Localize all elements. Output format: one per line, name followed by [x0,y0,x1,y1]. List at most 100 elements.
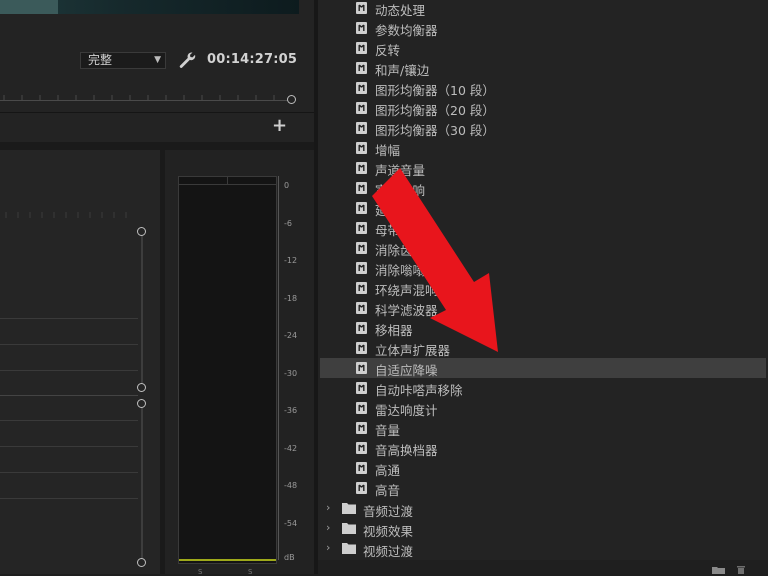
effect-item[interactable]: 环绕声混响 [320,278,766,298]
panel-header-bar [0,142,314,150]
audio-effect-icon [356,182,367,194]
audio-meter [178,176,277,564]
chevron-right-icon[interactable]: › [326,541,330,554]
effect-item[interactable]: 自动咔嗒声移除 [320,378,766,398]
effect-item[interactable]: 自适应降噪 [320,358,766,378]
audio-effect-icon [356,62,367,74]
effect-item[interactable]: 消除齿音 [320,238,766,258]
effect-item-label: 图形均衡器（20 段） [375,103,495,118]
add-button[interactable]: + [272,115,287,136]
effect-item[interactable]: 增幅 [320,138,766,158]
effect-item-label: 消除嗡嗡声 [375,263,438,278]
audio-effect-icon [356,362,367,374]
effect-item[interactable]: 高通 [320,458,766,478]
db-label: -54 [284,519,298,528]
folder-icon [342,542,356,554]
effect-item[interactable]: 图形均衡器（30 段） [320,118,766,138]
audio-effect-icon [356,382,367,394]
effect-item-label: 环绕声混响 [375,283,438,298]
audio-effect-icon [356,462,367,474]
db-label: 0 [284,181,290,190]
track-divider [0,370,138,371]
zoom-scroll-handle[interactable] [287,95,296,104]
effect-item[interactable]: 移相器 [320,318,766,338]
scroll-handle-bottom[interactable] [137,558,146,567]
audio-effect-icon [356,142,367,154]
effect-item-label: 反转 [375,43,401,58]
solo-button[interactable]: S [198,568,202,576]
effect-item[interactable]: 室内混响 [320,178,766,198]
playhead-timecode[interactable]: 00:14:27:05 [207,52,297,67]
effect-item-label: 参数均衡器 [375,23,438,38]
effect-item-label: 图形均衡器（10 段） [375,83,495,98]
effect-item-label: 母带处理 [375,223,426,238]
effect-item-label: 延迟 [375,203,401,218]
effects-panel-footer [318,560,768,574]
effects-folder[interactable]: › 视频过渡 [320,539,766,559]
audio-effect-icon [356,242,367,254]
new-bin-icon[interactable] [712,566,725,574]
audio-effect-icon [356,122,367,134]
trash-icon[interactable] [736,565,746,574]
effect-item-label: 动态处理 [375,3,426,18]
effect-item[interactable]: 动态处理 [320,0,766,18]
effect-item-label: 音量 [375,423,401,438]
audio-effect-icon [356,162,367,174]
db-label: -42 [284,444,298,453]
effect-item-label: 和声/镶边 [375,63,430,78]
playback-resolution-value: 完整 [88,53,113,67]
audio-effect-icon [356,2,367,14]
effect-item[interactable]: 科学滤波器 [320,298,766,318]
effect-item[interactable]: 母带处理 [320,218,766,238]
db-label: -12 [284,256,298,265]
wrench-icon[interactable] [178,51,196,69]
track-scrollbar[interactable] [141,234,143,386]
audio-effect-icon [356,302,367,314]
audio-effect-icon [356,102,367,114]
effects-folder[interactable]: › 音频过渡 [320,499,766,519]
folder-icon [342,502,356,514]
scroll-handle-bottom[interactable] [137,383,146,392]
effects-folder-label: 音频过渡 [363,504,414,519]
effect-item[interactable]: 反转 [320,38,766,58]
track-divider [0,446,138,447]
audio-effect-icon [356,342,367,354]
playback-resolution-select[interactable]: 完整 ▼ [80,52,166,69]
folder-icon [342,522,356,534]
db-label: -36 [284,406,298,415]
effect-item[interactable]: 立体声扩展器 [320,338,766,358]
effect-item-label: 室内混响 [375,183,426,198]
db-label: -30 [284,369,298,378]
db-label: -18 [284,294,298,303]
effect-item[interactable]: 音高换档器 [320,438,766,458]
solo-button[interactable]: S [248,568,252,576]
effect-item[interactable]: 延迟 [320,198,766,218]
track-divider [0,344,138,345]
track-divider [0,472,138,473]
effect-item-label: 消除齿音 [375,243,426,258]
audio-effect-icon [356,42,367,54]
effects-folder[interactable]: › 视频效果 [320,519,766,539]
effect-item[interactable]: 消除嗡嗡声 [320,258,766,278]
chevron-right-icon[interactable]: › [326,521,330,534]
scroll-handle-top[interactable] [137,399,146,408]
effect-item[interactable]: 雷达响度计 [320,398,766,418]
track-divider [0,395,138,396]
effect-item[interactable]: 参数均衡器 [320,18,766,38]
chevron-right-icon[interactable]: › [326,501,330,514]
track-scrollbar[interactable] [141,406,143,562]
db-label: -24 [284,331,298,340]
db-label: -6 [284,219,292,228]
scroll-handle-top[interactable] [137,227,146,236]
audio-effect-icon [356,402,367,414]
effect-item[interactable]: 图形均衡器（10 段） [320,78,766,98]
effect-item[interactable]: 图形均衡器（20 段） [320,98,766,118]
effect-item[interactable]: 音量 [320,418,766,438]
db-label: dB [284,553,295,562]
track-ruler [5,212,127,218]
effect-item[interactable]: 高音 [320,478,766,498]
effect-item[interactable]: 和声/镶边 [320,58,766,78]
audio-meter-scale: 0 -6 -12 -18 -24 -30 -36 -42 -48 -54 dB [278,176,314,566]
effect-item[interactable]: 声道音量 [320,158,766,178]
audio-effect-icon [356,422,367,434]
